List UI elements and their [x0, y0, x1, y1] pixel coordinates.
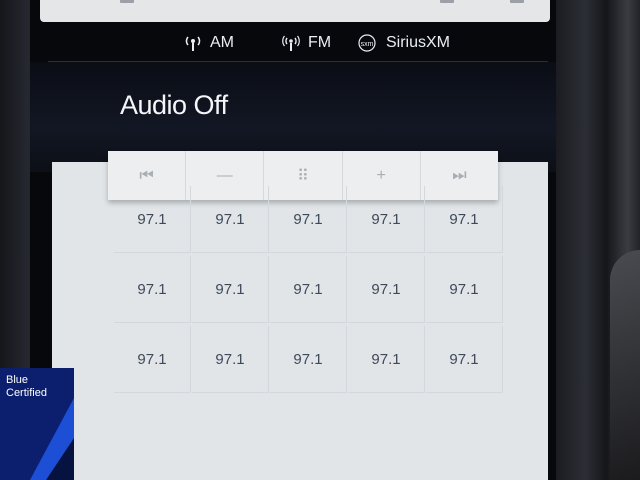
badge-text: Blue Certified [6, 374, 47, 400]
blue-certified-badge: Blue Certified [0, 368, 74, 480]
preset-button[interactable]: 97.1 [348, 256, 425, 323]
preset-button[interactable]: 97.1 [348, 326, 425, 393]
preset-button[interactable]: 97.1 [114, 326, 191, 393]
preset-button[interactable]: 97.1 [426, 326, 503, 393]
preset-button[interactable]: 97.1 [426, 256, 503, 323]
air-vent [610, 250, 640, 480]
preset-button[interactable]: 97.1 [192, 186, 269, 253]
siriusxm-logo-icon: sxm [358, 34, 376, 52]
infotainment-screen: AM FM sxm SiriusXM Audio Off ⏮ — ⠿ + ⏭ 9… [30, 0, 556, 480]
badge-line1: Blue [6, 374, 29, 386]
source-siriusxm-label: SiriusXM [386, 34, 451, 51]
preset-button[interactable]: 97.1 [114, 256, 191, 323]
source-fm-label: FM [308, 34, 332, 51]
preset-button[interactable]: 97.1 [192, 256, 269, 323]
skip-back-icon: ⏮ [139, 166, 154, 184]
top-status-strip [40, 0, 550, 22]
skip-forward-icon: ⏭ [452, 166, 467, 184]
audio-status-title: Audio Off [120, 90, 228, 120]
source-selector: AM FM sxm SiriusXM [30, 28, 556, 58]
source-am-button[interactable]: AM [184, 32, 234, 54]
plus-icon: + [376, 166, 386, 184]
preset-button[interactable]: 97.1 [348, 186, 425, 253]
radio-signal-icon [282, 35, 300, 51]
source-fm-button[interactable]: FM [282, 32, 331, 54]
antenna-icon [185, 36, 201, 51]
preset-button[interactable]: 97.1 [426, 186, 503, 253]
source-siriusxm-button[interactable]: sxm SiriusXM [356, 32, 450, 54]
preset-button[interactable]: 97.1 [270, 326, 347, 393]
badge-dark-shape [46, 438, 74, 480]
preset-button[interactable]: 97.1 [114, 186, 191, 253]
keypad-icon: ⠿ [297, 167, 309, 185]
preset-grid: 97.1 97.1 97.1 97.1 97.1 97.1 97.1 97.1 … [114, 186, 504, 480]
preset-button[interactable]: 97.1 [270, 256, 347, 323]
minus-icon: — [216, 166, 233, 184]
preset-button[interactable]: 97.1 [270, 186, 347, 253]
badge-line2: Certified [6, 387, 47, 399]
preset-button[interactable]: 97.1 [192, 326, 269, 393]
source-am-label: AM [210, 34, 234, 51]
svg-text:sxm: sxm [361, 41, 374, 48]
